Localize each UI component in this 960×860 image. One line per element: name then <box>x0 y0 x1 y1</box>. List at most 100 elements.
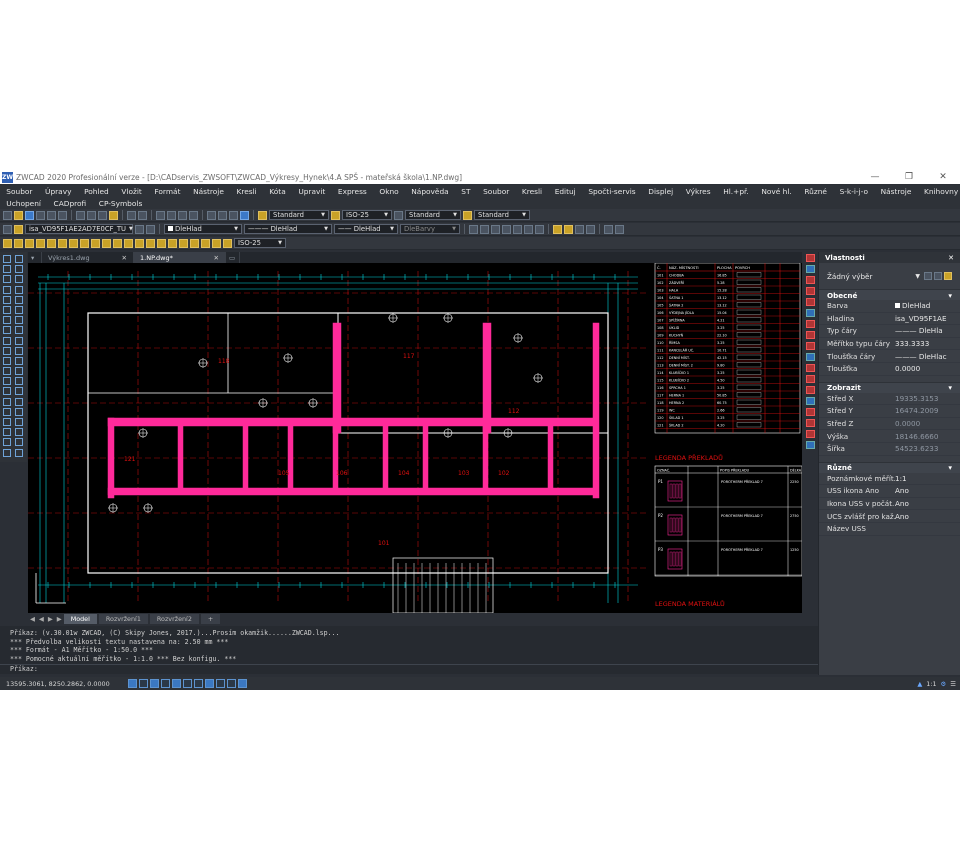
workspace-icon[interactable]: ⚙ <box>941 680 947 688</box>
zoom-window-icon[interactable] <box>178 210 187 220</box>
menu-item[interactable]: Soubor <box>0 187 39 196</box>
chamfer-icon[interactable] <box>15 387 23 396</box>
mirror-icon[interactable] <box>15 275 23 284</box>
save-icon[interactable] <box>25 210 34 220</box>
menu-item[interactable]: Soubor <box>477 187 516 196</box>
new-file-icon[interactable] <box>3 210 12 220</box>
block-icon[interactable] <box>604 224 613 234</box>
line-icon[interactable] <box>3 255 11 263</box>
trim-icon[interactable] <box>15 346 23 355</box>
tab-menu-button[interactable]: ▾ <box>28 252 42 263</box>
close-properties-icon[interactable]: ✕ <box>948 254 954 262</box>
rev-cloud-icon[interactable] <box>805 353 815 361</box>
property-row[interactable]: Měřítko typu čáry 333.3333 <box>819 338 960 351</box>
insert-block-icon[interactable] <box>3 367 11 376</box>
menu-item[interactable]: S-k-i-j-o <box>833 187 874 196</box>
minimize-button[interactable]: — <box>858 170 892 184</box>
ortho-toggle-icon[interactable] <box>150 679 159 688</box>
layer-off-icon[interactable] <box>805 265 815 273</box>
tool-palettes-icon[interactable] <box>805 430 815 438</box>
customize-icon[interactable]: ☰ <box>950 680 956 688</box>
snap-toggle-icon[interactable] <box>139 679 148 688</box>
ellipse-arc-icon[interactable] <box>3 356 11 365</box>
render-icon[interactable] <box>240 210 249 220</box>
property-value[interactable]: 1:1 <box>895 474 959 483</box>
otrack-toggle-icon[interactable] <box>183 679 192 688</box>
center-mark-icon[interactable] <box>157 238 166 248</box>
properties-pal-icon[interactable] <box>805 441 815 449</box>
point-icon[interactable] <box>3 387 11 396</box>
gradient-icon[interactable] <box>3 407 11 416</box>
ortho-icon[interactable] <box>491 224 500 234</box>
select-objects-icon[interactable] <box>934 272 942 280</box>
mtext-icon[interactable] <box>3 438 11 447</box>
array-icon[interactable] <box>15 295 23 304</box>
property-value-wrap[interactable]: DleHlad <box>895 301 959 310</box>
menu-item[interactable]: Kóta <box>263 187 292 196</box>
quick-dim-icon[interactable] <box>91 238 100 248</box>
lineweight-toggle-icon[interactable] <box>194 679 203 688</box>
tab-layout2[interactable]: Rozvržení2 <box>149 614 199 624</box>
grid-toggle-icon[interactable] <box>128 679 137 688</box>
copy-icon[interactable] <box>15 265 23 274</box>
linetype-select[interactable]: ——— DleHlad ▼ <box>244 224 332 234</box>
wipeout-icon[interactable] <box>805 342 815 350</box>
attribute-icon[interactable] <box>615 224 624 234</box>
property-row[interactable]: Výška 18146.6660 <box>819 430 960 443</box>
menu-item[interactable]: CADprofi <box>47 199 92 208</box>
menu-item[interactable]: Displej <box>642 187 680 196</box>
snap-icon[interactable] <box>480 224 489 234</box>
menu-item[interactable]: Kresli <box>516 187 549 196</box>
quick-calc-icon[interactable] <box>805 386 815 394</box>
dynamic-input-toggle-icon[interactable] <box>205 679 214 688</box>
selection-cycling-icon[interactable] <box>227 679 236 688</box>
menu-item[interactable]: Nápověda <box>405 187 455 196</box>
property-value[interactable]: ——— DleHla <box>895 326 959 335</box>
table-style-select[interactable]: Standard ▼ <box>405 210 461 220</box>
property-value[interactable]: isa_VD95F1AE <box>895 314 959 323</box>
properties-icon[interactable] <box>15 448 23 457</box>
property-value[interactable]: 333.3333 <box>895 339 959 348</box>
lengthen-icon[interactable] <box>15 428 23 437</box>
dim-text-edit-icon[interactable] <box>201 238 210 248</box>
table-icon[interactable] <box>3 428 11 437</box>
dim-jogged-linear-icon[interactable] <box>179 238 188 248</box>
lineweight-select[interactable]: —— DleHlad ▼ <box>334 224 398 234</box>
property-row[interactable]: Šířka 54523.6233 <box>819 443 960 456</box>
tab-layout1[interactable]: Rozvržení1 <box>98 614 148 624</box>
measure-icon[interactable] <box>564 224 573 234</box>
xref-icon[interactable] <box>524 224 533 234</box>
zoom-extents-icon[interactable] <box>502 224 511 234</box>
annotation-monitor-icon[interactable] <box>238 679 247 688</box>
publish-icon[interactable] <box>58 210 67 220</box>
menu-item[interactable]: Výkres <box>680 187 717 196</box>
ref-edit-icon[interactable] <box>805 298 815 306</box>
prev-layout-button[interactable]: ◀ <box>37 615 46 623</box>
property-row[interactable]: Střed Y 16474.2009 <box>819 405 960 418</box>
close-tab-icon[interactable]: ✕ <box>214 254 219 262</box>
command-input[interactable]: Příkaz: <box>0 664 818 674</box>
layer-state-icon[interactable] <box>14 224 23 234</box>
add-layout-button[interactable]: + <box>200 614 221 624</box>
quick-select-icon[interactable] <box>944 272 952 280</box>
layer-iso-icon[interactable] <box>805 276 815 284</box>
section-general[interactable]: Obecné ▾ <box>819 289 960 300</box>
paste-icon[interactable] <box>98 210 107 220</box>
dim-style-select[interactable]: ISO-25 ▼ <box>342 210 392 220</box>
pan-realtime-icon[interactable] <box>513 224 522 234</box>
menu-item[interactable]: Okno <box>373 187 405 196</box>
last-layout-button[interactable]: ▶ <box>55 615 64 623</box>
maximize-button[interactable]: ❐ <box>892 170 926 184</box>
image-icon[interactable] <box>535 224 544 234</box>
image-clip-icon[interactable] <box>805 320 815 328</box>
property-row[interactable]: Poznámkové měřít... 1:1 <box>819 473 960 486</box>
make-current-layer-icon[interactable] <box>135 224 144 234</box>
menu-item[interactable]: Kresli <box>230 187 263 196</box>
tool-palette-icon[interactable] <box>229 210 238 220</box>
fillet-icon[interactable] <box>15 397 23 406</box>
menu-item[interactable]: Formát <box>148 187 187 196</box>
align-icon[interactable] <box>15 418 23 426</box>
pan-icon[interactable] <box>156 210 165 220</box>
property-value[interactable]: Ano <box>895 486 959 495</box>
match-properties-icon[interactable] <box>109 210 118 220</box>
